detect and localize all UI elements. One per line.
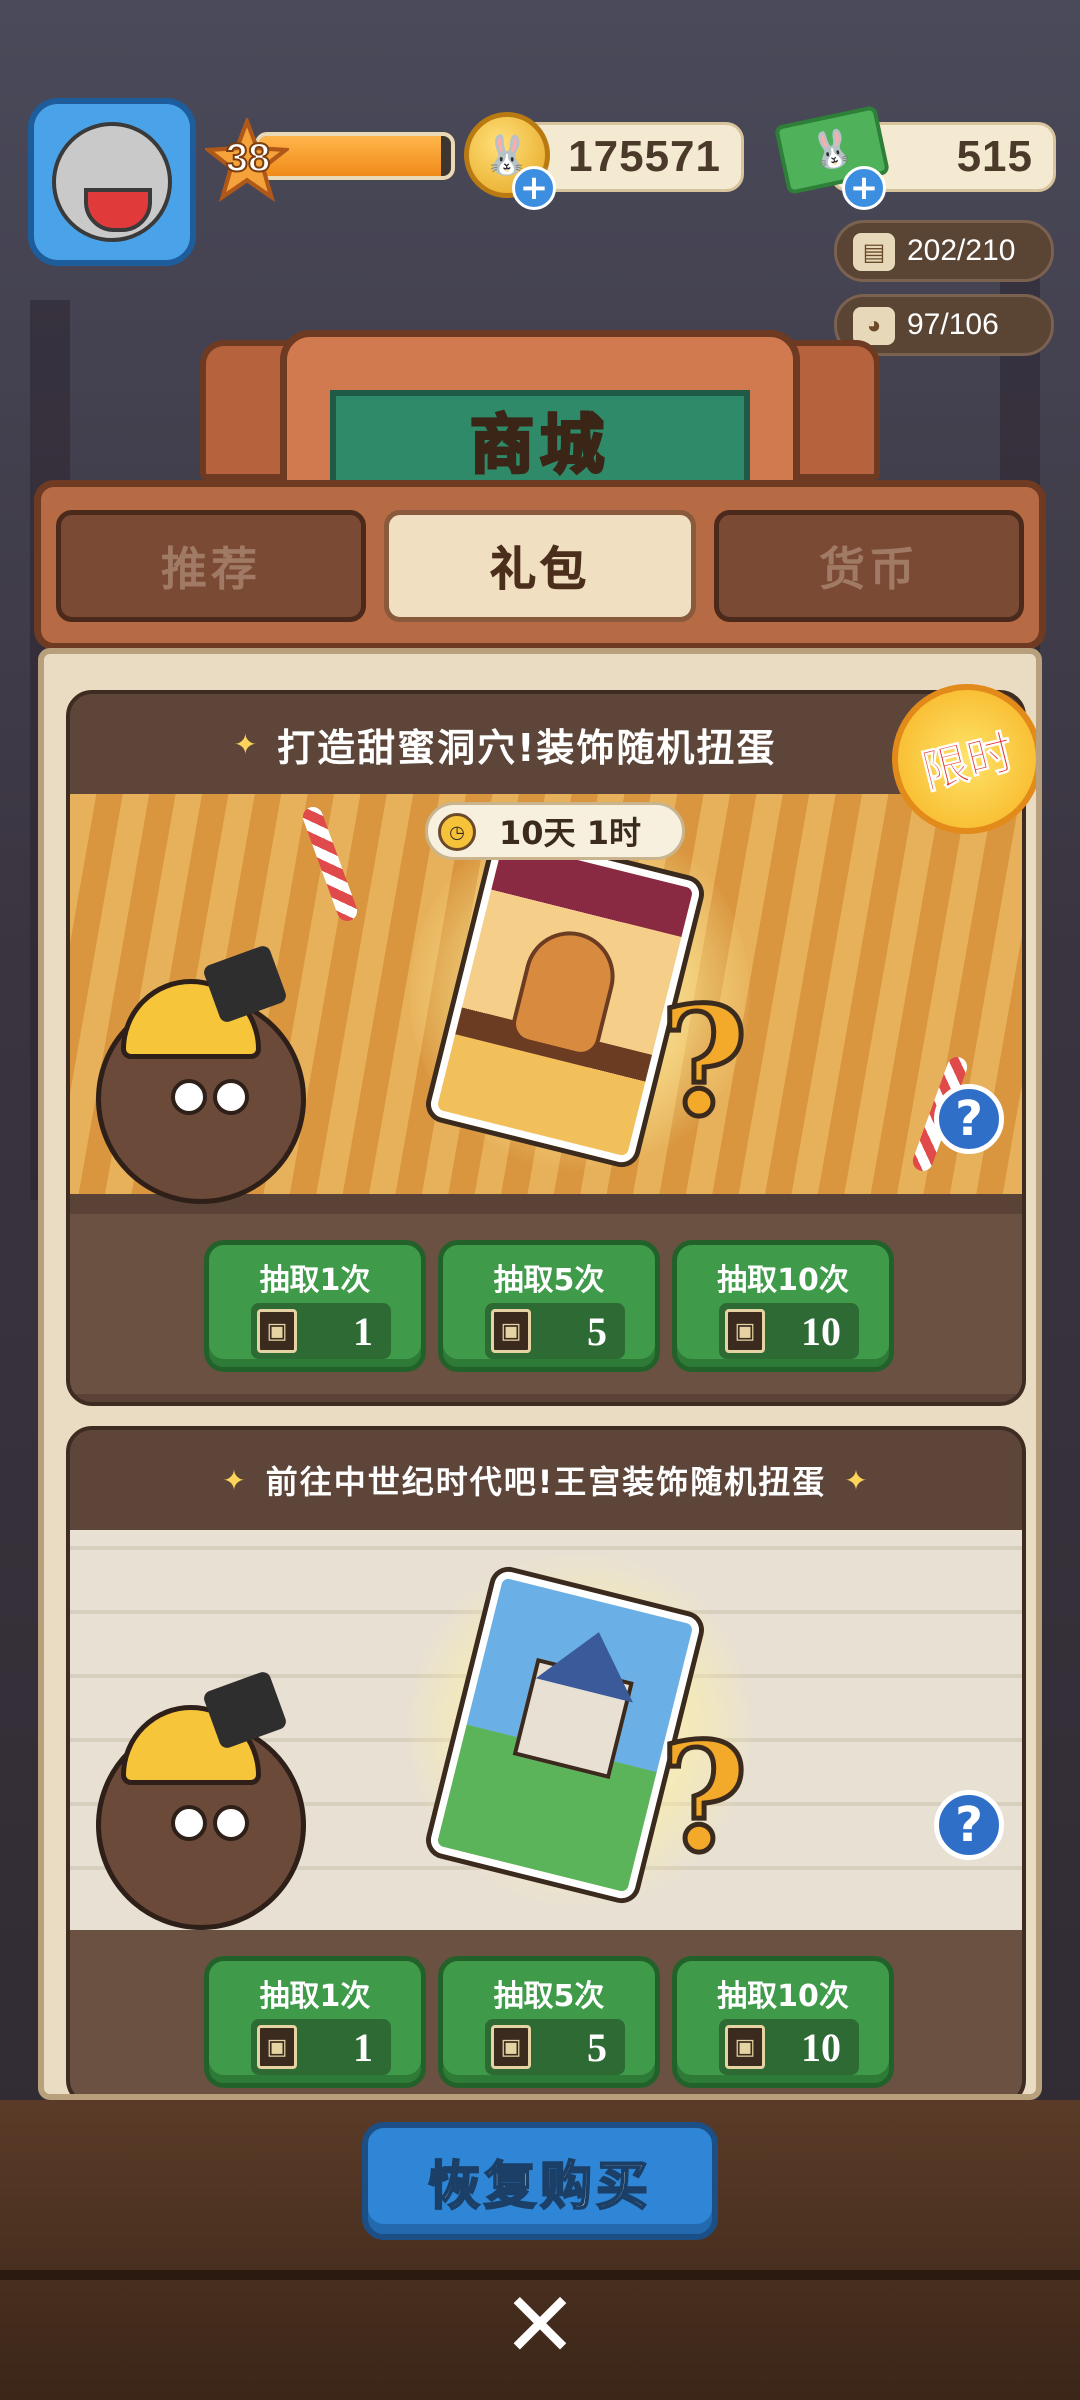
card-title: 前往中世纪时代吧!王宫装饰随机扭蛋: [265, 1463, 827, 1501]
add-coins-button[interactable]: +: [512, 166, 556, 210]
card-header: ✦ 前往中世纪时代吧!王宫装饰随机扭蛋 ✦: [70, 1430, 1022, 1530]
countdown-timer: ◷ 10天 1时: [425, 802, 685, 860]
level-number: 38: [225, 135, 272, 181]
population-value: 97/106: [907, 308, 999, 341]
chest-icon: ▤: [853, 233, 895, 271]
eye: [213, 1805, 249, 1841]
ticket-icon: ▣: [491, 1309, 531, 1353]
draw-label: 抽取10次: [717, 1263, 849, 1298]
ticket-icon: ▣: [491, 2025, 531, 2069]
card-header: ✦ 打造甜蜜洞穴!装饰随机扭蛋: [70, 694, 1022, 794]
avatar-face: [52, 122, 172, 242]
ticket-icon: ▣: [725, 2025, 765, 2069]
draw-5-button[interactable]: 抽取5次 5 ▣: [438, 1240, 660, 1372]
ticket-icon: ▣: [725, 1309, 765, 1353]
draw-buttons-row: 抽取1次 1 ▣ 抽取5次 5 ▣ 抽取10次 10 ▣: [70, 1930, 1022, 2094]
draw-label: 抽取1次: [259, 1263, 371, 1298]
storage-value: 202/210: [907, 234, 1016, 267]
level-indicator: 38: [205, 118, 455, 202]
eye: [171, 1805, 207, 1841]
tab-bundles[interactable]: 礼包: [384, 510, 696, 622]
card-scene: ? ?: [70, 1530, 1022, 1930]
ticket-icon: ▣: [257, 2025, 297, 2069]
tab-recommended[interactable]: 推荐: [56, 510, 366, 622]
sparkle-icon: ✦: [222, 1463, 248, 1497]
add-cash-button[interactable]: +: [842, 166, 886, 210]
gacha-card-sweet-cave: ✦ 打造甜蜜洞穴!装饰随机扭蛋 ? ? ◷ 10天 1时 抽取1次 1 ▣ 抽取…: [66, 690, 1026, 1406]
draw-buttons-row: 抽取1次 1 ▣ 抽取5次 5 ▣ 抽取10次 10 ▣: [70, 1214, 1022, 1394]
gacha-card-medieval-palace: ✦ 前往中世纪时代吧!王宫装饰随机扭蛋 ✦ ? ? 抽取1次 1 ▣ 抽取5次 …: [66, 1426, 1026, 2094]
restore-purchases-button[interactable]: 恢复购买: [362, 2122, 718, 2240]
storage-capacity[interactable]: ▤ 202/210: [834, 220, 1054, 282]
sparkle-icon: ✦: [844, 1463, 870, 1497]
close-icon[interactable]: ✕: [496, 2281, 584, 2371]
mole-worker-character: [96, 979, 306, 1204]
ticket-icon: ▣: [257, 1309, 297, 1353]
gingerbread-icon: [507, 921, 625, 1061]
draw-10-button[interactable]: 抽取10次 10 ▣: [672, 1240, 894, 1372]
sparkle-icon: ✦: [233, 727, 260, 761]
timer-text: 10天 1时: [499, 814, 641, 852]
eye: [213, 1079, 249, 1115]
help-icon[interactable]: ?: [934, 1084, 1004, 1154]
shop-title: 商城: [469, 408, 610, 485]
shop-content-panel[interactable]: ✦ 打造甜蜜洞穴!装饰随机扭蛋 ? ? ◷ 10天 1时 抽取1次 1 ▣ 抽取…: [38, 648, 1042, 2100]
draw-label: 抽取1次: [259, 1979, 371, 2014]
draw-label: 抽取5次: [493, 1263, 605, 1298]
help-icon[interactable]: ?: [934, 1790, 1004, 1860]
cash-amount: 515: [956, 132, 1033, 181]
candy-cane-icon: [300, 804, 360, 924]
coin-amount: 175571: [568, 132, 721, 181]
draw-1-button[interactable]: 抽取1次 1 ▣: [204, 1956, 426, 2088]
card-title: 打造甜蜜洞穴!装饰随机扭蛋: [277, 725, 777, 770]
mole-worker-character: [96, 1705, 306, 1930]
draw-10-button[interactable]: 抽取10次 10 ▣: [672, 1956, 894, 2088]
draw-1-button[interactable]: 抽取1次 1 ▣: [204, 1240, 426, 1372]
question-mark-icon: ?: [658, 972, 751, 1153]
player-avatar[interactable]: [28, 98, 196, 266]
clock-icon: ◷: [438, 813, 476, 851]
draw-5-button[interactable]: 抽取5次 5 ▣: [438, 1956, 660, 2088]
draw-label: 抽取5次: [493, 1979, 605, 2014]
tab-currency[interactable]: 货币: [714, 510, 1024, 622]
question-mark-icon: ?: [658, 1708, 751, 1889]
draw-label: 抽取10次: [717, 1979, 849, 2014]
eye: [171, 1079, 207, 1115]
